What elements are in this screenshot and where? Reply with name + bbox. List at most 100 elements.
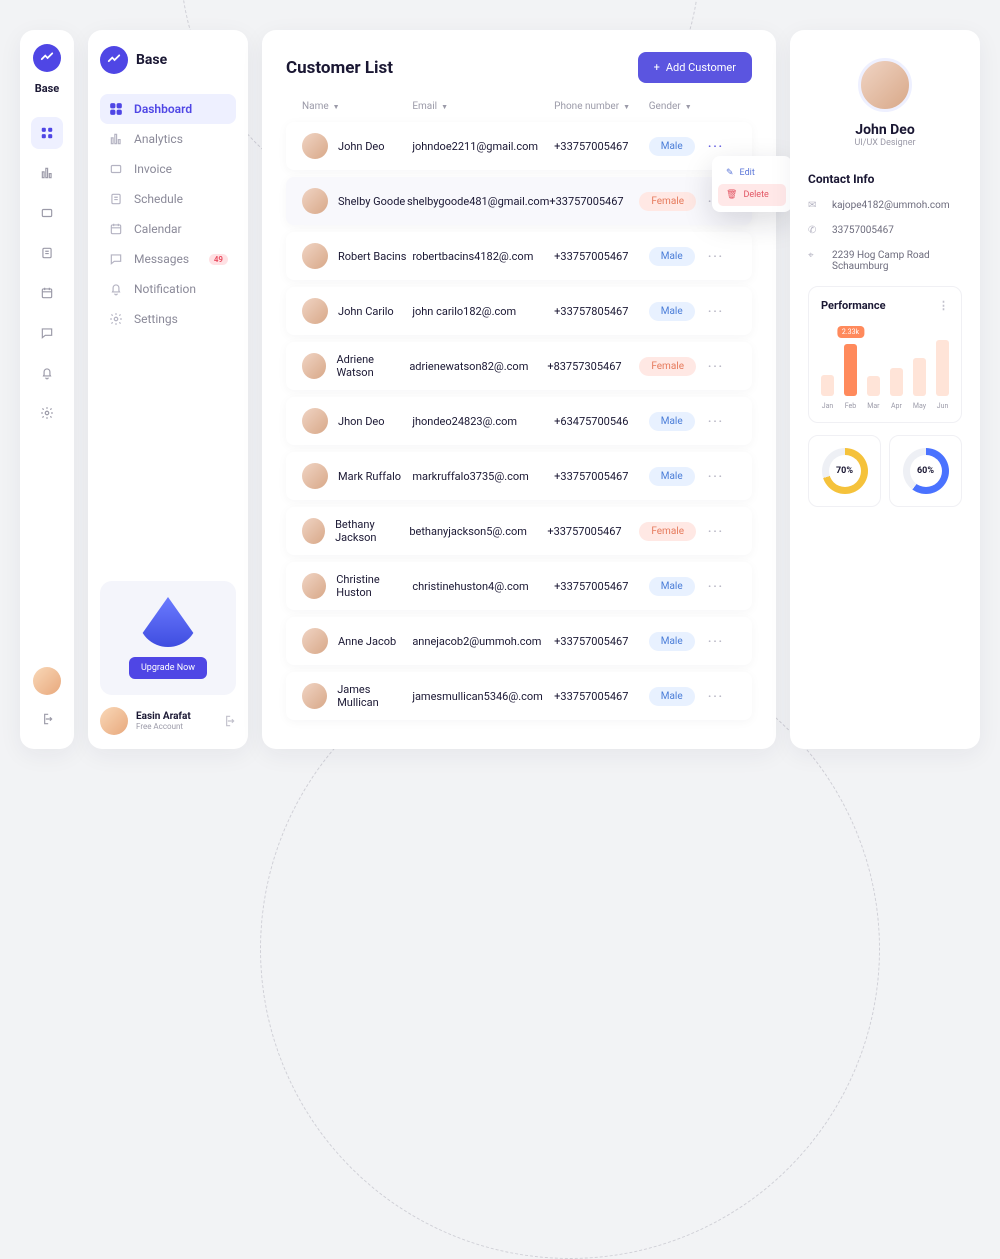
nav-notification[interactable]: Notification — [100, 274, 236, 304]
gender-pill: Male — [649, 412, 695, 431]
page-title: Customer List — [286, 58, 393, 78]
row-avatar — [302, 133, 328, 159]
rail-settings[interactable] — [31, 397, 63, 429]
contact-address: 2239 Hog Camp Road Schaumburg — [832, 250, 962, 272]
rail-logout[interactable] — [31, 703, 63, 735]
brand-icon — [100, 46, 128, 74]
rail-schedule[interactable] — [31, 237, 63, 269]
gender-pill: Male — [649, 467, 695, 486]
row-phone: +33757005467 — [554, 470, 649, 483]
row-more-button[interactable]: ··· — [696, 305, 736, 318]
profile-name: John Deo — [808, 122, 962, 138]
row-phone: +33757005467 — [554, 635, 649, 648]
row-name: Christine Huston — [336, 573, 412, 599]
table-row[interactable]: Christine Hustonchristinehuston4@.com+33… — [286, 562, 752, 610]
ring-1: 70% — [808, 435, 881, 507]
row-more-button[interactable]: ··· — [696, 360, 736, 373]
rail-calendar[interactable] — [31, 277, 63, 309]
logout-icon[interactable] — [222, 714, 236, 728]
nav-schedule[interactable]: Schedule — [100, 184, 236, 214]
mail-icon: ✉ — [808, 200, 822, 211]
account-avatar — [100, 707, 128, 735]
account-name: Easin Arafat — [136, 711, 191, 722]
rail-dashboard[interactable] — [31, 117, 63, 149]
row-email: jhondeo24823@.com — [412, 415, 554, 428]
rail-notification[interactable] — [31, 357, 63, 389]
row-avatar — [302, 298, 328, 324]
main-panel: Customer List +Add Customer Name▼ Email▼… — [262, 30, 776, 749]
col-phone[interactable]: Phone number▼ — [554, 101, 649, 112]
upgrade-button[interactable]: Upgrade Now — [129, 657, 207, 679]
row-more-button[interactable]: ··· — [696, 580, 736, 593]
bell-icon — [108, 282, 124, 296]
more-icon[interactable]: ⋮ — [938, 299, 949, 312]
nav-calendar[interactable]: Calendar — [100, 214, 236, 244]
row-email: annejacob2@ummoh.com — [412, 635, 554, 648]
row-avatar — [302, 573, 326, 599]
row-name: Bethany Jackson — [335, 518, 409, 544]
account-block[interactable]: Easin Arafat Free Account — [100, 707, 236, 735]
row-more-button[interactable]: ··· — [696, 690, 736, 703]
row-avatar — [302, 408, 328, 434]
menu-delete[interactable]: 🗑Delete — [718, 184, 786, 206]
row-email: shelbygoode481@gmail.com — [407, 195, 549, 208]
row-avatar — [302, 353, 326, 379]
table-row[interactable]: Adriene Watsonadrienewatson82@.com+83757… — [286, 342, 752, 390]
table-header: Name▼ Email▼ Phone number▼ Gender▼ — [286, 101, 752, 122]
menu-edit[interactable]: ✎Edit — [718, 162, 786, 184]
table-row[interactable]: Robert Bacinsrobertbacins4182@.com+33757… — [286, 232, 752, 280]
plus-icon: + — [654, 61, 660, 74]
perf-bar — [890, 368, 903, 396]
row-email: jamesmullican5346@.com — [412, 690, 554, 703]
badge: 49 — [209, 254, 228, 265]
row-avatar — [302, 463, 328, 489]
note-icon — [108, 192, 124, 206]
row-more-button[interactable]: ··· — [696, 415, 736, 428]
table-row[interactable]: Jhon Deojhondeo24823@.com+63475700546Mal… — [286, 397, 752, 445]
row-email: bethanyjackson5@.com — [409, 525, 547, 538]
row-more-button[interactable]: ··· — [696, 470, 736, 483]
col-email[interactable]: Email▼ — [412, 101, 554, 112]
nav-messages[interactable]: Messages49 — [100, 244, 236, 274]
row-avatar — [302, 628, 328, 654]
nav-analytics[interactable]: Analytics — [100, 124, 236, 154]
gender-pill: Male — [649, 247, 695, 266]
perf-bar — [821, 375, 834, 396]
perf-bar — [867, 376, 880, 396]
table-row[interactable]: Shelby Goodeshelbygoode481@gmail.com+337… — [286, 177, 752, 225]
row-more-button[interactable]: ··· — [696, 250, 736, 263]
ring-2: 60% — [889, 435, 962, 507]
col-name[interactable]: Name▼ — [302, 101, 412, 112]
gender-pill: Female — [639, 192, 696, 211]
nav-settings[interactable]: Settings — [100, 304, 236, 334]
row-name: Adriene Watson — [336, 353, 409, 379]
profile-avatar — [858, 58, 912, 112]
col-gender[interactable]: Gender▼ — [649, 101, 696, 112]
table-row[interactable]: John Carilojohn carilo182@.com+337578054… — [286, 287, 752, 335]
sidebar: Base DashboardAnalyticsInvoiceScheduleCa… — [88, 30, 248, 749]
table-row[interactable]: Bethany Jacksonbethanyjackson5@.com+3375… — [286, 507, 752, 555]
msg-icon — [108, 252, 124, 266]
nav-invoice[interactable]: Invoice — [100, 154, 236, 184]
row-name: John Carilo — [338, 305, 394, 318]
add-customer-button[interactable]: +Add Customer — [638, 52, 752, 83]
brand-icon — [33, 44, 61, 72]
rail-messages[interactable] — [31, 317, 63, 349]
row-avatar — [302, 188, 328, 214]
contact-title: Contact Info — [808, 172, 962, 186]
gender-pill: Male — [649, 577, 695, 596]
upgrade-illustration — [138, 597, 198, 647]
table-row[interactable]: James Mullicanjamesmullican5346@.com+337… — [286, 672, 752, 720]
rail-analytics[interactable] — [31, 157, 63, 189]
row-more-button[interactable]: ··· — [696, 525, 736, 538]
table-row[interactable]: John Deojohndoe2211@gmail.com+3375700546… — [286, 122, 752, 170]
perf-bar: 2.33k — [844, 344, 857, 397]
row-more-button[interactable]: ··· — [696, 140, 736, 153]
rail-invoice[interactable] — [31, 197, 63, 229]
gender-pill: Male — [649, 137, 695, 156]
table-row[interactable]: Anne Jacobannejacob2@ummoh.com+337570054… — [286, 617, 752, 665]
rail-avatar[interactable] — [33, 667, 61, 695]
nav-dashboard[interactable]: Dashboard — [100, 94, 236, 124]
table-row[interactable]: Mark Ruffalomarkruffalo3735@.com+3375700… — [286, 452, 752, 500]
row-more-button[interactable]: ··· — [696, 635, 736, 648]
